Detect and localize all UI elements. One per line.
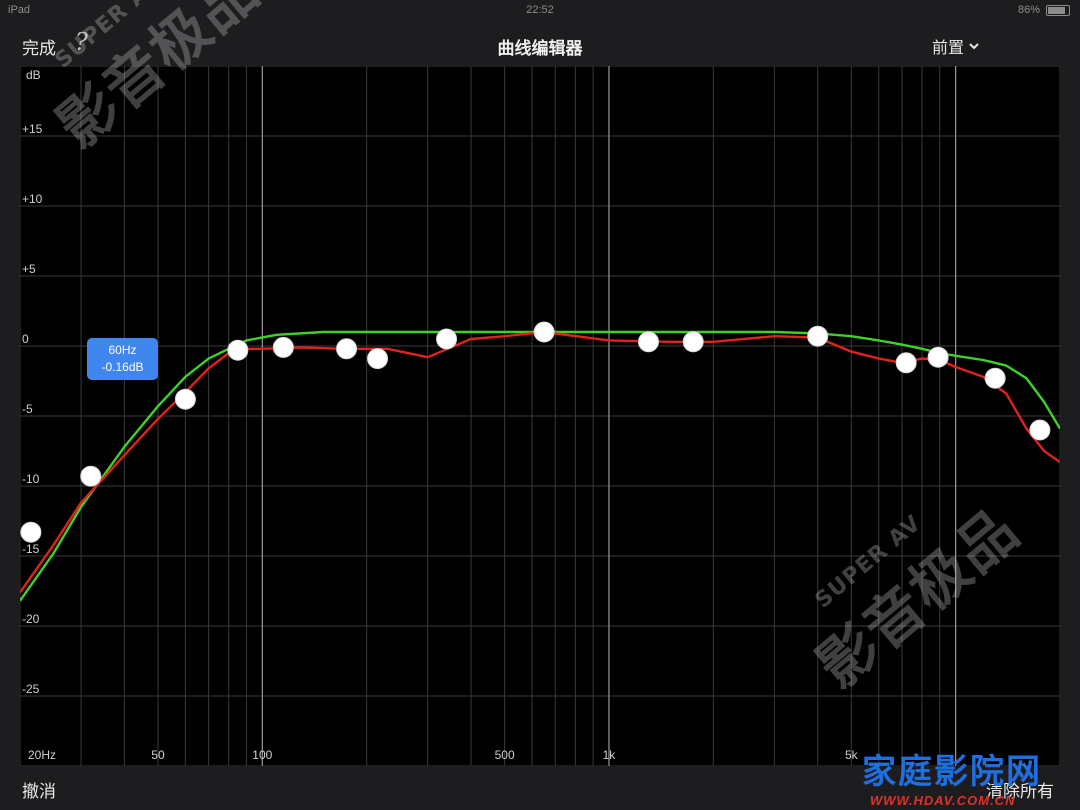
eq-control-point[interactable] — [984, 367, 1006, 389]
status-right: 86% — [1018, 4, 1070, 16]
clear-all-button[interactable]: 清除所有 — [986, 777, 1054, 802]
x-tick-label: 100 — [252, 748, 272, 762]
tooltip-frequency: 60Hz — [108, 343, 137, 357]
eq-control-point[interactable] — [227, 339, 249, 361]
y-tick-label: -10 — [22, 472, 40, 486]
x-tick-label: 500 — [495, 748, 515, 762]
eq-control-point[interactable] — [807, 325, 829, 347]
presets-dropdown[interactable]: 前置 — [932, 34, 980, 58]
eq-control-point[interactable] — [336, 338, 358, 360]
eq-control-point[interactable] — [80, 465, 102, 487]
point-tooltip: 60Hz -0.16dB — [87, 338, 158, 380]
eq-control-point[interactable] — [1029, 419, 1051, 441]
eq-control-point[interactable] — [272, 336, 294, 358]
y-tick-label: +10 — [22, 192, 43, 206]
x-tick-label: 1k — [603, 748, 617, 762]
y-tick-label: -15 — [22, 542, 40, 556]
y-tick-label: -20 — [22, 612, 40, 626]
eq-control-point[interactable] — [637, 331, 659, 353]
status-bar: iPad 22:52 86% — [0, 0, 1080, 22]
eq-control-point[interactable] — [367, 348, 389, 370]
undo-button[interactable]: 撤消 — [22, 777, 56, 802]
bottom-toolbar: 撤消 清除所有 — [0, 766, 1080, 810]
y-tick-label: +5 — [22, 262, 36, 276]
chevron-down-icon — [969, 43, 979, 50]
y-tick-label: 0 — [22, 332, 29, 346]
y-unit-label: dB — [26, 68, 41, 82]
presets-label: 前置 — [931, 40, 964, 57]
x-tick-label: 50 — [151, 748, 165, 762]
eq-control-point[interactable] — [174, 388, 196, 410]
nav-bar: 完成 ? 曲线编辑器 前置 — [0, 22, 1080, 66]
x-tick-label: 20Hz — [28, 748, 56, 762]
battery-percent: 86% — [1017, 4, 1040, 16]
eq-curve-graph[interactable]: dB +15 +10 +5 0 -5 -10 -15 -20 -25 20Hz 50 100 500 1k 5… — [20, 66, 1060, 766]
battery-icon — [1046, 4, 1070, 16]
status-time: 22:52 — [526, 4, 554, 16]
eq-control-point[interactable] — [436, 328, 458, 350]
y-tick-label: +15 — [22, 122, 43, 136]
eq-control-point[interactable] — [682, 331, 704, 353]
x-tick-label: 5k — [845, 748, 859, 762]
eq-control-point[interactable] — [895, 352, 917, 374]
page-title: 曲线编辑器 — [497, 39, 583, 58]
eq-control-point[interactable] — [20, 521, 42, 543]
eq-control-point[interactable] — [533, 321, 555, 343]
eq-control-point[interactable] — [927, 346, 949, 368]
y-tick-label: -5 — [22, 402, 33, 416]
tooltip-gain: -0.16dB — [101, 360, 144, 374]
y-tick-label: -25 — [22, 682, 40, 696]
